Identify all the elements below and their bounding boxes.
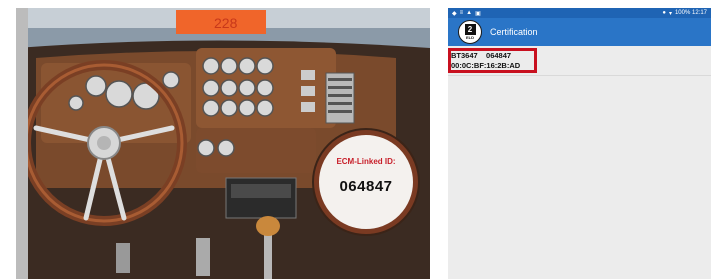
ecm-label: ECM-Linked ID: (336, 157, 396, 166)
certification-list: BT3647 064847 00:0C:BF:16:2B:AD (448, 46, 711, 76)
page-title: Certification (490, 27, 538, 37)
location-icon: ● (662, 9, 666, 16)
truck-dashboard-photo: 228 ECM-Linked ID: 064847 (16, 8, 430, 279)
status-text: 100% 12:17 (674, 9, 707, 16)
status-left-icons: ◆ ≡ ▲ ▣ (452, 10, 662, 17)
app-logo[interactable]: 2 ELD (458, 20, 482, 44)
warning-icon: ▲ (466, 9, 473, 16)
ecm-value: 064847 (339, 178, 393, 195)
image-icon: ▣ (475, 10, 481, 17)
logo-mark: 2 (464, 24, 476, 35)
certification-item[interactable]: BT3647 064847 00:0C:BF:16:2B:AD (448, 46, 711, 76)
highlight-box (448, 48, 537, 73)
notification-icon: ◆ (452, 10, 457, 17)
app-bar: 2 ELD Certification (448, 18, 711, 46)
menu-icon: ≡ (459, 9, 464, 16)
plate-text: 228 (214, 15, 238, 31)
ecm-id-badge: ECM-Linked ID: 064847 (314, 130, 418, 234)
status-right: ● ▾ 100% 12:17 (662, 10, 707, 17)
wifi-icon: ▾ (668, 10, 672, 17)
phone-screen: ◆ ≡ ▲ ▣ ● ▾ 100% 12:17 2 ELD Certificati… (448, 8, 711, 279)
status-bar: ◆ ≡ ▲ ▣ ● ▾ 100% 12:17 (448, 8, 711, 18)
logo-subtext: ELD (466, 35, 474, 40)
